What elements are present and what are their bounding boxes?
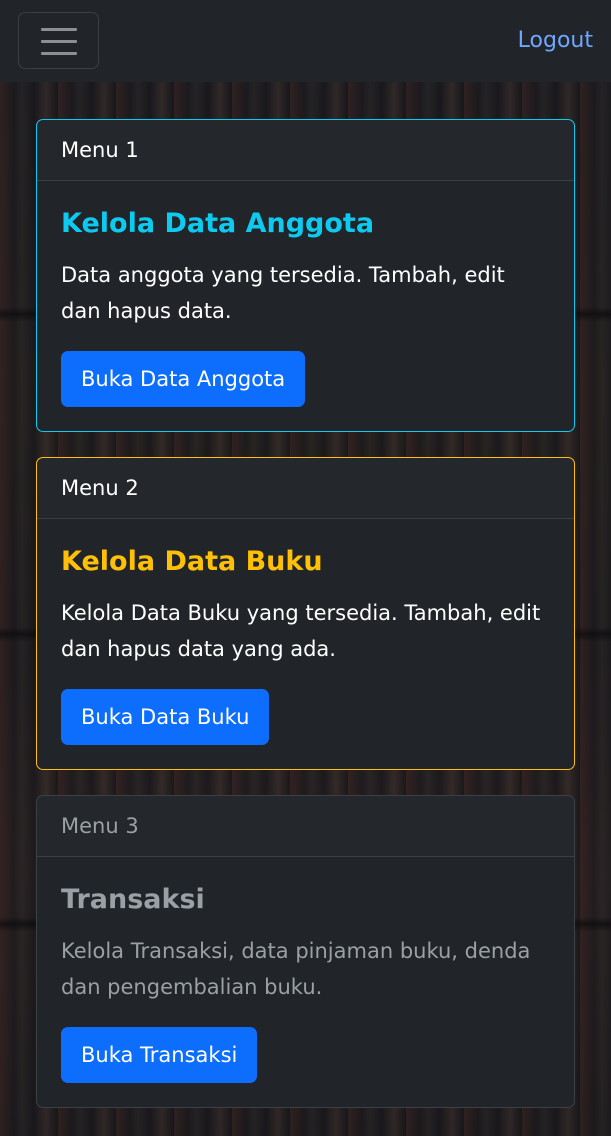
menu-cards: Menu 1 Kelola Data Anggota Data anggota … <box>36 119 575 1133</box>
navbar: Logout <box>0 0 611 82</box>
card-title: Kelola Data Buku <box>61 546 323 577</box>
card-header: Menu 1 <box>37 120 574 181</box>
open-buku-button[interactable]: Buka Data Buku <box>61 689 270 745</box>
card-header: Menu 2 <box>37 458 574 519</box>
card-body: Kelola Data Buku Kelola Data Buku yang t… <box>37 519 574 769</box>
card-body: Kelola Data Anggota Data anggota yang te… <box>37 181 574 431</box>
navbar-toggle-button[interactable] <box>18 12 99 69</box>
card-header: Menu 3 <box>37 796 574 857</box>
card-kelola-buku: Menu 2 Kelola Data Buku Kelola Data Buku… <box>36 457 575 770</box>
logout-link[interactable]: Logout <box>518 28 593 53</box>
card-title: Transaksi <box>61 884 205 915</box>
open-anggota-button[interactable]: Buka Data Anggota <box>61 351 306 407</box>
card-text: Data anggota yang tersedia. Tambah, edit… <box>61 263 505 323</box>
card-transaksi: Menu 3 Transaksi Kelola Transaksi, data … <box>36 795 575 1108</box>
card-text: Kelola Data Buku yang tersedia. Tambah, … <box>61 601 541 661</box>
card-text: Kelola Transaksi, data pinjaman buku, de… <box>61 939 531 999</box>
card-title: Kelola Data Anggota <box>61 208 375 239</box>
card-kelola-anggota: Menu 1 Kelola Data Anggota Data anggota … <box>36 119 575 432</box>
card-body: Transaksi Kelola Transaksi, data pinjama… <box>37 857 574 1107</box>
open-transaksi-button[interactable]: Buka Transaksi <box>61 1027 258 1083</box>
